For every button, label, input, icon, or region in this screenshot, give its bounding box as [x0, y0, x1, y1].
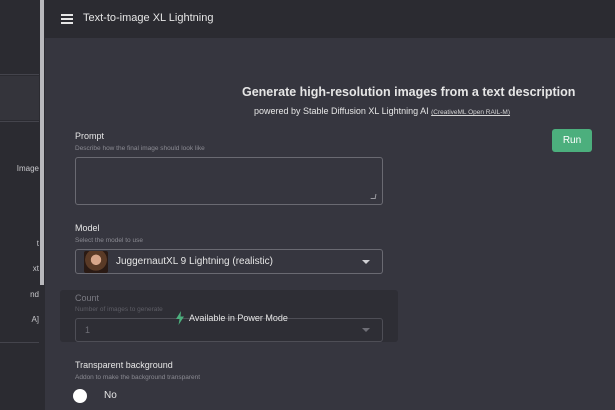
- lightning-icon: [176, 311, 184, 325]
- page-title: Generate high-resolution images from a t…: [242, 85, 576, 99]
- sidebar-scrollbar-thumb[interactable]: [40, 0, 44, 285]
- model-hint: Select the model to use: [75, 237, 143, 244]
- count-hint: Number of images to generate: [75, 306, 163, 313]
- license-link[interactable]: (CreativeML Open RAIL-M): [431, 109, 510, 116]
- count-value: 1: [85, 325, 91, 335]
- resize-handle-icon[interactable]: [370, 194, 377, 199]
- power-mode-text: Available in Power Mode: [189, 313, 288, 323]
- sidebar-item-highlight[interactable]: [0, 76, 40, 120]
- power-mode-notice[interactable]: Available in Power Mode: [175, 311, 288, 325]
- transparent-label: Transparent background: [75, 360, 173, 370]
- sidebar-item-background[interactable]: nd: [30, 290, 39, 299]
- count-label: Count: [75, 293, 100, 303]
- page-subtitle: powered by Stable Diffusion XL Lightning…: [254, 106, 510, 116]
- count-locked-panel: Count Number of images to generate 1 Ava…: [60, 290, 398, 342]
- model-select[interactable]: JuggernautXL 9 Lightning (realistic): [75, 249, 383, 274]
- sidebar-item-ai[interactable]: A]: [31, 315, 39, 324]
- prompt-hint: Describe how the final image should look…: [75, 145, 205, 152]
- sidebar-divider: [0, 342, 40, 343]
- transparent-toggle-value: No: [104, 390, 117, 401]
- prompt-label: Prompt: [75, 131, 105, 141]
- app-title: Text-to-image XL Lightning: [83, 12, 214, 24]
- model-selected-value: JuggernautXL 9 Lightning (realistic): [116, 256, 273, 267]
- model-thumbnail: [84, 250, 108, 273]
- subtitle-text: powered by Stable Diffusion XL Lightning…: [254, 106, 429, 116]
- chevron-down-icon: [362, 260, 370, 264]
- prompt-textarea[interactable]: [75, 157, 383, 205]
- top-app-bar: Text-to-image XL Lightning: [45, 0, 615, 38]
- chevron-down-icon: [362, 328, 370, 332]
- model-label: Model: [75, 223, 100, 233]
- menu-icon[interactable]: [61, 14, 73, 24]
- transparent-toggle[interactable]: [73, 389, 87, 403]
- transparent-hint: Addon to make the background transparent: [75, 374, 201, 381]
- run-button[interactable]: Run: [552, 129, 592, 152]
- sidebar-divider: [0, 121, 40, 122]
- sidebar-divider: [0, 74, 40, 75]
- sidebar-item-image[interactable]: Image: [17, 164, 39, 173]
